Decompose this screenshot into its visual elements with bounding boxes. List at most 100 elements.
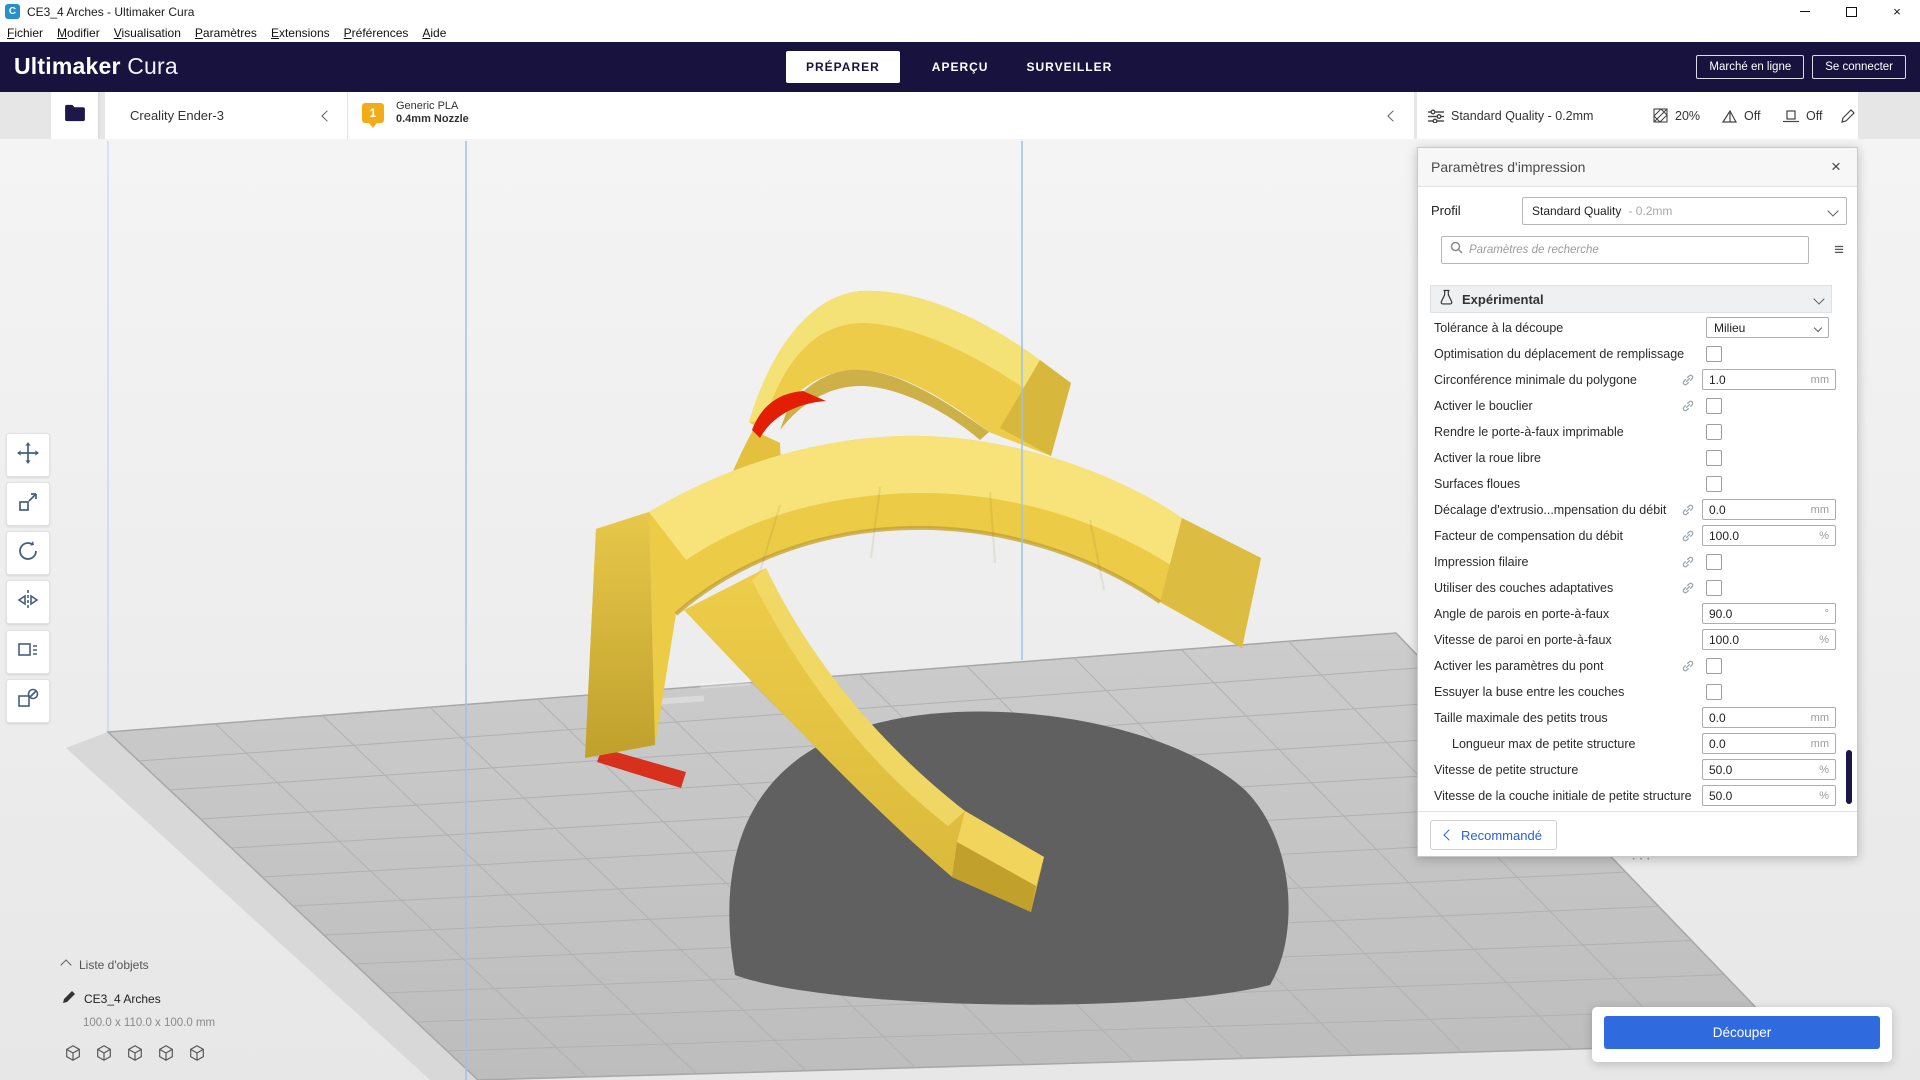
menu-item-2[interactable]: Visualisation — [107, 26, 188, 40]
profile-dropdown[interactable]: Standard Quality - 0.2mm — [1522, 197, 1847, 225]
marketplace-button[interactable]: Marché en ligne — [1696, 55, 1804, 79]
model-cube-icon-0[interactable] — [62, 1042, 84, 1064]
menu-item-1[interactable]: Modifier — [50, 26, 107, 40]
scale-tool[interactable] — [6, 482, 50, 526]
minimize-button[interactable] — [1782, 0, 1828, 23]
printer-collapse-icon[interactable] — [321, 110, 332, 121]
panel-header: Paramètres d'impression × — [1418, 148, 1857, 187]
per-model-settings-tool[interactable] — [6, 630, 50, 674]
setting-row: Utiliser des couches adaptatives — [1418, 575, 1857, 601]
section-experimental[interactable]: Expérimental — [1430, 285, 1832, 313]
rotate-icon — [16, 539, 40, 568]
setting-checkbox[interactable] — [1706, 684, 1722, 700]
setting-label: Vitesse de paroi en porte-à-faux — [1434, 633, 1612, 647]
maximize-button[interactable] — [1828, 0, 1874, 23]
infill-value: 20% — [1675, 109, 1700, 123]
setting-row: Essuyer la buse entre les couches — [1418, 679, 1857, 705]
setting-checkbox[interactable] — [1706, 450, 1722, 466]
setting-row: Décalage d'extrusio...mpensation du débi… — [1418, 497, 1857, 523]
material-collapse-icon[interactable] — [1387, 110, 1398, 121]
setting-row: Facteur de compensation du débit100.0% — [1418, 523, 1857, 549]
rotate-tool[interactable] — [6, 531, 50, 575]
setting-checkbox[interactable] — [1706, 554, 1722, 570]
setting-label: Activer les paramètres du pont — [1434, 659, 1604, 673]
model-cube-icon-1[interactable] — [93, 1042, 115, 1064]
search-placeholder: Paramètres de recherche — [1469, 244, 1599, 256]
settings-menu-icon[interactable]: ≡ — [1834, 240, 1844, 260]
chevron-up-icon — [60, 959, 71, 970]
setting-checkbox[interactable] — [1706, 580, 1722, 596]
panel-footer: Recommandé — [1418, 811, 1857, 856]
setting-input[interactable]: 50.0% — [1702, 759, 1836, 780]
setting-checkbox[interactable] — [1706, 476, 1722, 492]
setting-input[interactable]: 0.0mm — [1702, 707, 1836, 728]
menu-item-5[interactable]: Préférences — [337, 26, 416, 40]
tab-1[interactable]: APERÇU — [926, 60, 995, 74]
open-file-button[interactable] — [51, 92, 98, 139]
settings-rows: Tolérance à la découpeMilieuOptimisation… — [1418, 315, 1857, 809]
menu-bar: FichierModifierVisualisationParamètresEx… — [0, 23, 1920, 43]
tab-0[interactable]: PRÉPARER — [786, 51, 900, 83]
setting-input[interactable]: 50.0% — [1702, 785, 1836, 806]
tab-2[interactable]: SURVEILLER — [1020, 60, 1118, 74]
panel-close-button[interactable]: × — [1825, 157, 1847, 177]
setting-input[interactable]: 0.0mm — [1702, 499, 1836, 520]
recommended-mode-button[interactable]: Recommandé — [1430, 820, 1557, 850]
profile-value: Standard Quality — [1532, 204, 1621, 218]
setting-checkbox[interactable] — [1706, 346, 1722, 362]
setting-input[interactable]: 100.0% — [1702, 629, 1836, 650]
brand-logo: Ultimaker Cura — [14, 53, 178, 80]
selected-object[interactable]: CE3_4 Arches — [62, 990, 161, 1007]
material-selector[interactable]: Generic PLA 0.4mm Nozzle — [396, 100, 469, 126]
slice-button[interactable]: Découper — [1604, 1016, 1880, 1049]
setting-input[interactable]: 0.0mm — [1702, 733, 1836, 754]
setting-label: Taille maximale des petits trous — [1434, 711, 1608, 725]
mirror-icon — [16, 588, 40, 617]
settings-search-input[interactable]: Paramètres de recherche — [1441, 236, 1809, 264]
folder-icon — [64, 104, 86, 127]
setting-checkbox[interactable] — [1706, 398, 1722, 414]
section-label: Expérimental — [1462, 292, 1807, 307]
panel-scrollbar-thumb[interactable] — [1846, 750, 1852, 804]
model-cube-icon-2[interactable] — [124, 1042, 146, 1064]
infill-icon — [1653, 108, 1668, 123]
object-list-toggle[interactable]: Liste d'objets — [62, 958, 149, 972]
edit-pencil-icon[interactable] — [1841, 109, 1855, 123]
sign-in-button[interactable]: Se connecter — [1812, 55, 1906, 79]
model-cube-icon-4[interactable] — [186, 1042, 208, 1064]
print-settings-summary[interactable]: Standard Quality - 0.2mm 20% Off Off — [1417, 92, 1858, 139]
machine-material-card: Creality Ender-3 1 Generic PLA 0.4mm Noz… — [105, 92, 1414, 139]
support-blocker-tool[interactable] — [6, 679, 50, 723]
menu-item-6[interactable]: Aide — [415, 26, 453, 40]
close-button[interactable]: × — [1874, 0, 1920, 23]
model-cube-icon-3[interactable] — [155, 1042, 177, 1064]
nozzle-size: 0.4mm Nozzle — [396, 113, 469, 126]
profile-summary-text: Standard Quality - 0.2mm — [1451, 109, 1593, 123]
setting-label: Essuyer la buse entre les couches — [1434, 685, 1624, 699]
setting-label: Vitesse de la couche initiale de petite … — [1434, 789, 1692, 803]
setting-checkbox[interactable] — [1706, 424, 1722, 440]
profile-row: Profil Standard Quality - 0.2mm — [1418, 197, 1857, 225]
brand-bold: Ultimaker — [14, 53, 121, 79]
menu-item-4[interactable]: Extensions — [264, 26, 337, 40]
move-tool[interactable] — [6, 433, 50, 477]
mirror-tool[interactable] — [6, 580, 50, 624]
setting-row: Tolérance à la découpeMilieu — [1418, 315, 1857, 341]
printer-selector[interactable]: Creality Ender-3 — [130, 92, 224, 139]
extruder-badge[interactable]: 1 — [362, 103, 384, 123]
setting-label: Surfaces floues — [1434, 477, 1520, 491]
menu-item-3[interactable]: Paramètres — [188, 26, 264, 40]
search-row: Paramètres de recherche ≡ — [1418, 236, 1857, 264]
menu-item-0[interactable]: Fichier — [0, 26, 50, 40]
setting-label: Circonférence minimale du polygone — [1434, 373, 1637, 387]
link-icon — [1681, 581, 1695, 595]
setting-input[interactable]: 1.0mm — [1702, 369, 1836, 390]
setting-row: Angle de parois en porte-à-faux 90.0° — [1418, 601, 1857, 627]
brand-light: Cura — [127, 53, 178, 79]
setting-select[interactable]: Milieu — [1706, 317, 1829, 338]
setting-label: Angle de parois en porte-à-faux — [1434, 607, 1609, 621]
setting-input[interactable]: 100.0% — [1702, 525, 1836, 546]
setting-checkbox[interactable] — [1706, 658, 1722, 674]
setting-label: Utiliser des couches adaptatives — [1434, 581, 1613, 595]
setting-input[interactable]: 90.0° — [1702, 603, 1836, 624]
